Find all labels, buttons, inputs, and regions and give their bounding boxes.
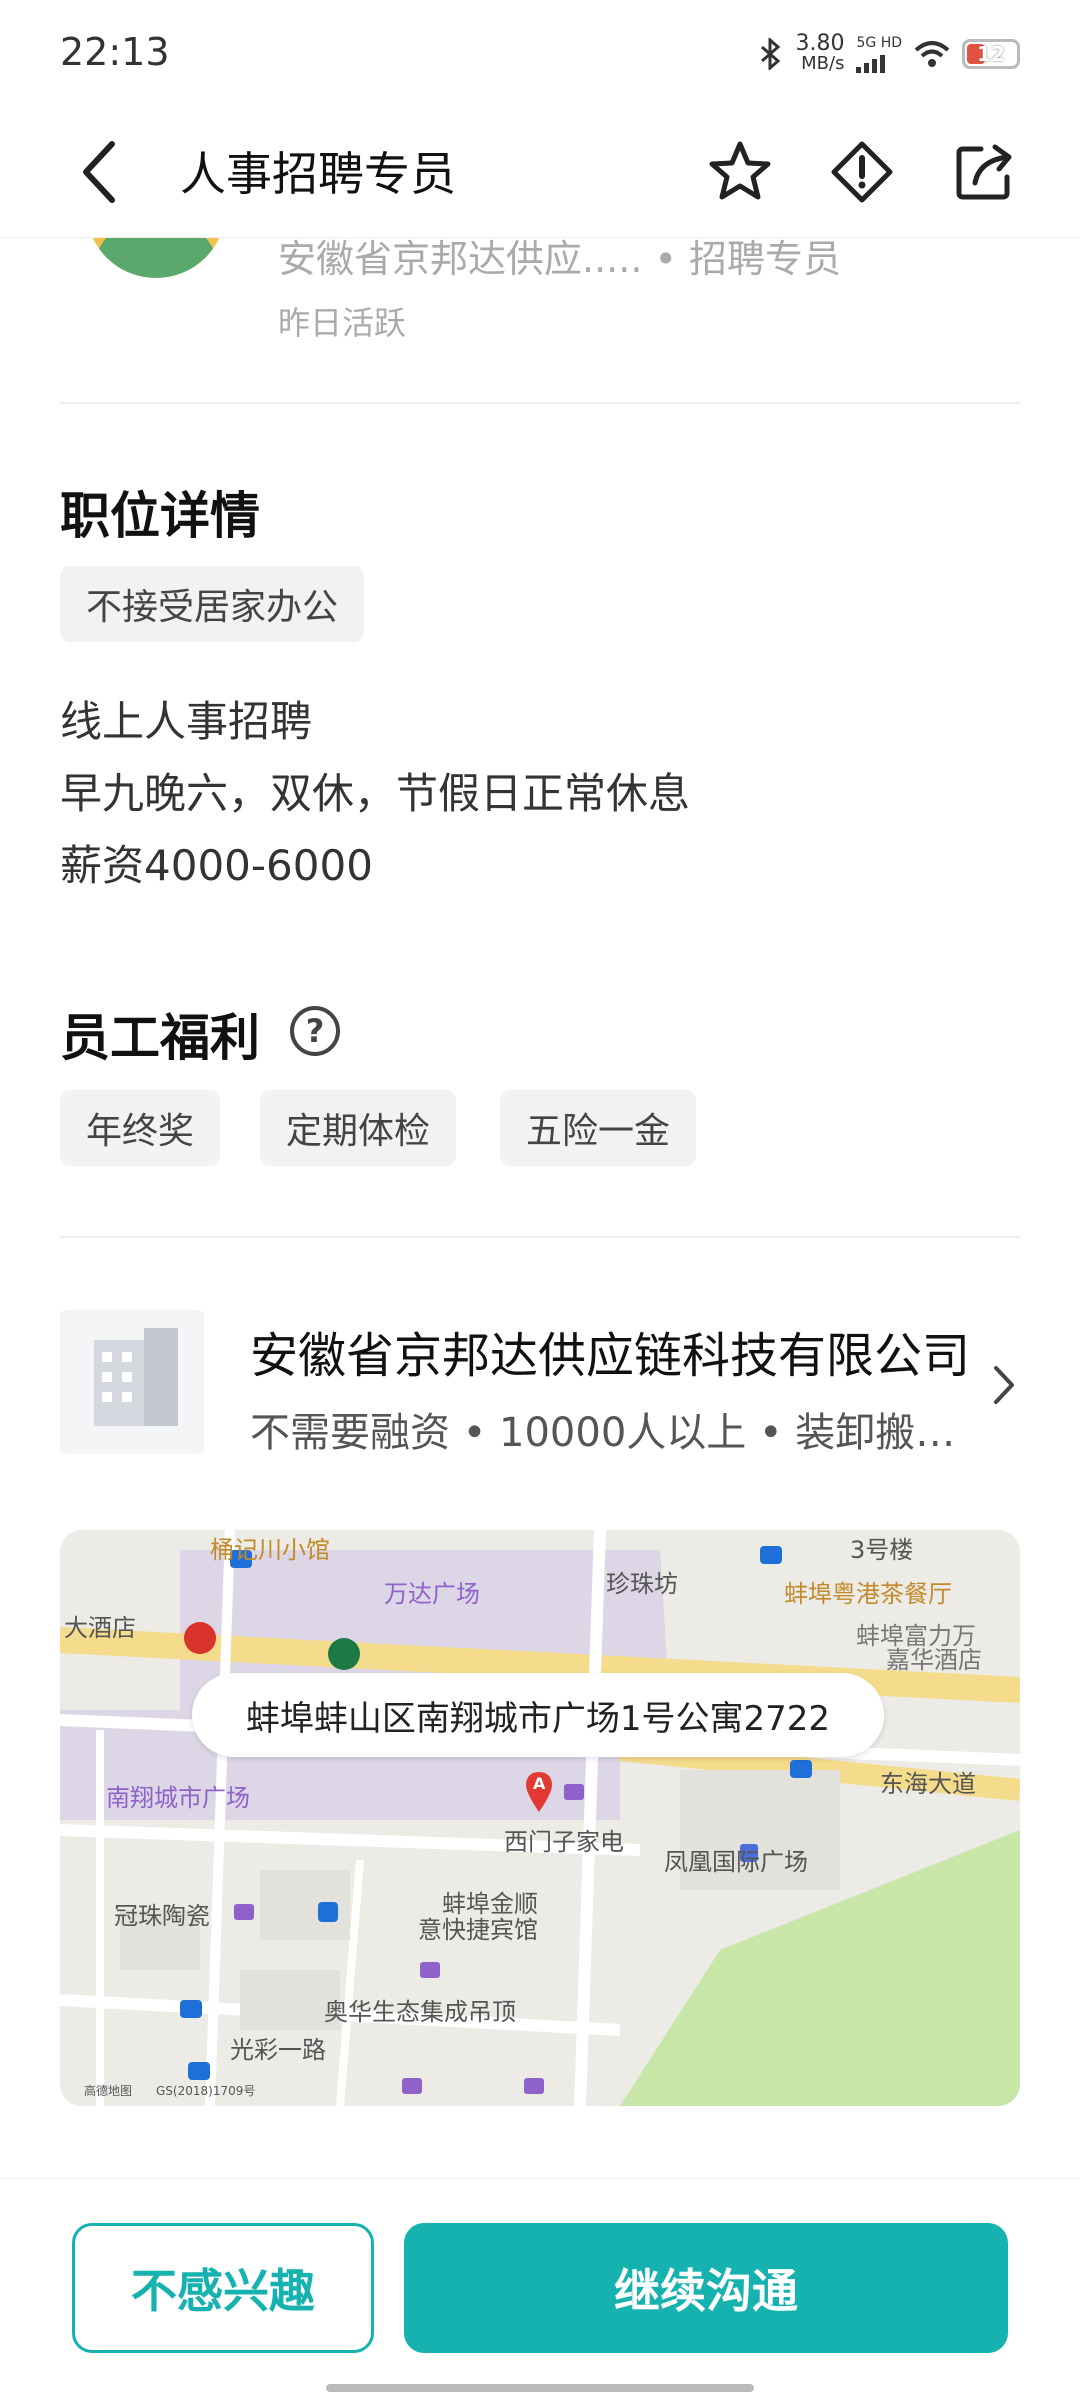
net-speed-unit: MB/s (801, 53, 845, 74)
job-desc-line: 早九晚六，双休，节假日正常休息 (60, 769, 691, 818)
recruiter-card[interactable]: 安徽省京邦达供应..... • 招聘专员 昨日活跃 (0, 138, 1080, 404)
wifi-icon (914, 41, 950, 67)
company-logo (60, 1310, 204, 1454)
star-icon (709, 141, 771, 200)
map-attribution: 高德地图 (84, 2084, 133, 2098)
recruiter-activity: 昨日活跃 (278, 304, 407, 342)
map-label: 凤凰国际广场 (664, 1848, 808, 1876)
map-label: 意快捷宾馆 (418, 1916, 538, 1944)
help-icon[interactable]: ? (290, 1006, 340, 1056)
map-label: 蚌埠粤港茶餐厅 (784, 1580, 952, 1608)
company-name: 安徽省京邦达供应链科技有限公司 (250, 1328, 971, 1384)
map-label: 光彩一路 (230, 2036, 326, 2064)
benefit-tag: 年终奖 (60, 1090, 221, 1166)
benefit-tag: 定期体检 (260, 1090, 457, 1166)
job-details-title: 职位详情 (60, 487, 260, 545)
not-interested-button[interactable]: 不感兴趣 (72, 2223, 374, 2353)
job-desc-line: 薪资4000-6000 (60, 841, 373, 890)
map-label: 万达广场 (384, 1580, 480, 1608)
map-attribution: GS(2018)1709号 (156, 2084, 256, 2098)
battery-icon: 12 (962, 39, 1020, 69)
building-icon (94, 1328, 178, 1426)
chevron-right-icon (994, 1366, 1014, 1404)
map-label: 大酒店 (64, 1614, 136, 1642)
company-meta: 不需要融资 • 10000人以上 • 装卸搬运和仓储业 (250, 1410, 970, 1456)
benefit-tag: 五险一金 (500, 1090, 697, 1166)
map-label: 东海大道 (880, 1770, 976, 1798)
benefits-title: 员工福利 (60, 1009, 260, 1067)
share-button[interactable] (944, 132, 1024, 212)
signal-icon: 5G HD (856, 35, 902, 73)
map-label: 珍珠坊 (606, 1570, 678, 1598)
map-pin-icon: A (524, 1770, 554, 1814)
favorite-button[interactable] (700, 132, 780, 212)
bluetooth-icon (760, 38, 780, 70)
map-label: 南翔城市广场 (106, 1784, 250, 1812)
divider (60, 1236, 1020, 1238)
map-label: 桶记川小馆 (210, 1536, 330, 1564)
signal-label: 5G HD (856, 35, 902, 51)
job-desc-line: 线上人事招聘 (60, 697, 313, 746)
status-bar: 22:13 3.80 MB/s 5G HD 12 (0, 0, 1080, 110)
nav-bar: 人事招聘专员 (0, 110, 1080, 238)
bottom-action-bar: 不感兴趣 继续沟通 (0, 2178, 1080, 2400)
back-button[interactable] (66, 132, 136, 212)
status-time: 22:13 (60, 30, 170, 74)
map-label: 奥华生态集成吊顶 (324, 1998, 516, 2026)
map-pin-label: A (533, 1774, 546, 1793)
battery-level: 12 (977, 42, 1005, 66)
back-arrow-icon (83, 141, 115, 203)
net-speed-value: 3.80 (795, 31, 845, 56)
report-button[interactable] (822, 132, 902, 212)
warning-icon (831, 141, 893, 203)
net-speed: 3.80 MB/s (795, 31, 845, 74)
location-map[interactable]: 桶记川小馆 3号楼 万达广场 珍珠坊 蚌埠粤港茶餐厅 大酒店 蚌埠富力万 嘉华酒… (60, 1530, 1020, 2106)
map-label: 3号楼 (850, 1536, 914, 1564)
status-icons: 3.80 MB/s 5G HD 12 (758, 31, 1020, 74)
map-label: 西门子家电 (504, 1828, 624, 1856)
continue-chat-button[interactable]: 继续沟通 (404, 2223, 1008, 2353)
page-title: 人事招聘专员 (180, 147, 456, 201)
map-label: 嘉华酒店 (886, 1646, 982, 1674)
work-mode-tag: 不接受居家办公 (60, 566, 365, 642)
share-icon (956, 144, 1012, 200)
home-indicator[interactable] (326, 2384, 754, 2392)
divider (60, 402, 1020, 404)
address-bubble: 蚌埠蚌山区南翔城市广场1号公寓2722 (192, 1673, 884, 1757)
map-label: 冠珠陶瓷 (114, 1902, 210, 1930)
